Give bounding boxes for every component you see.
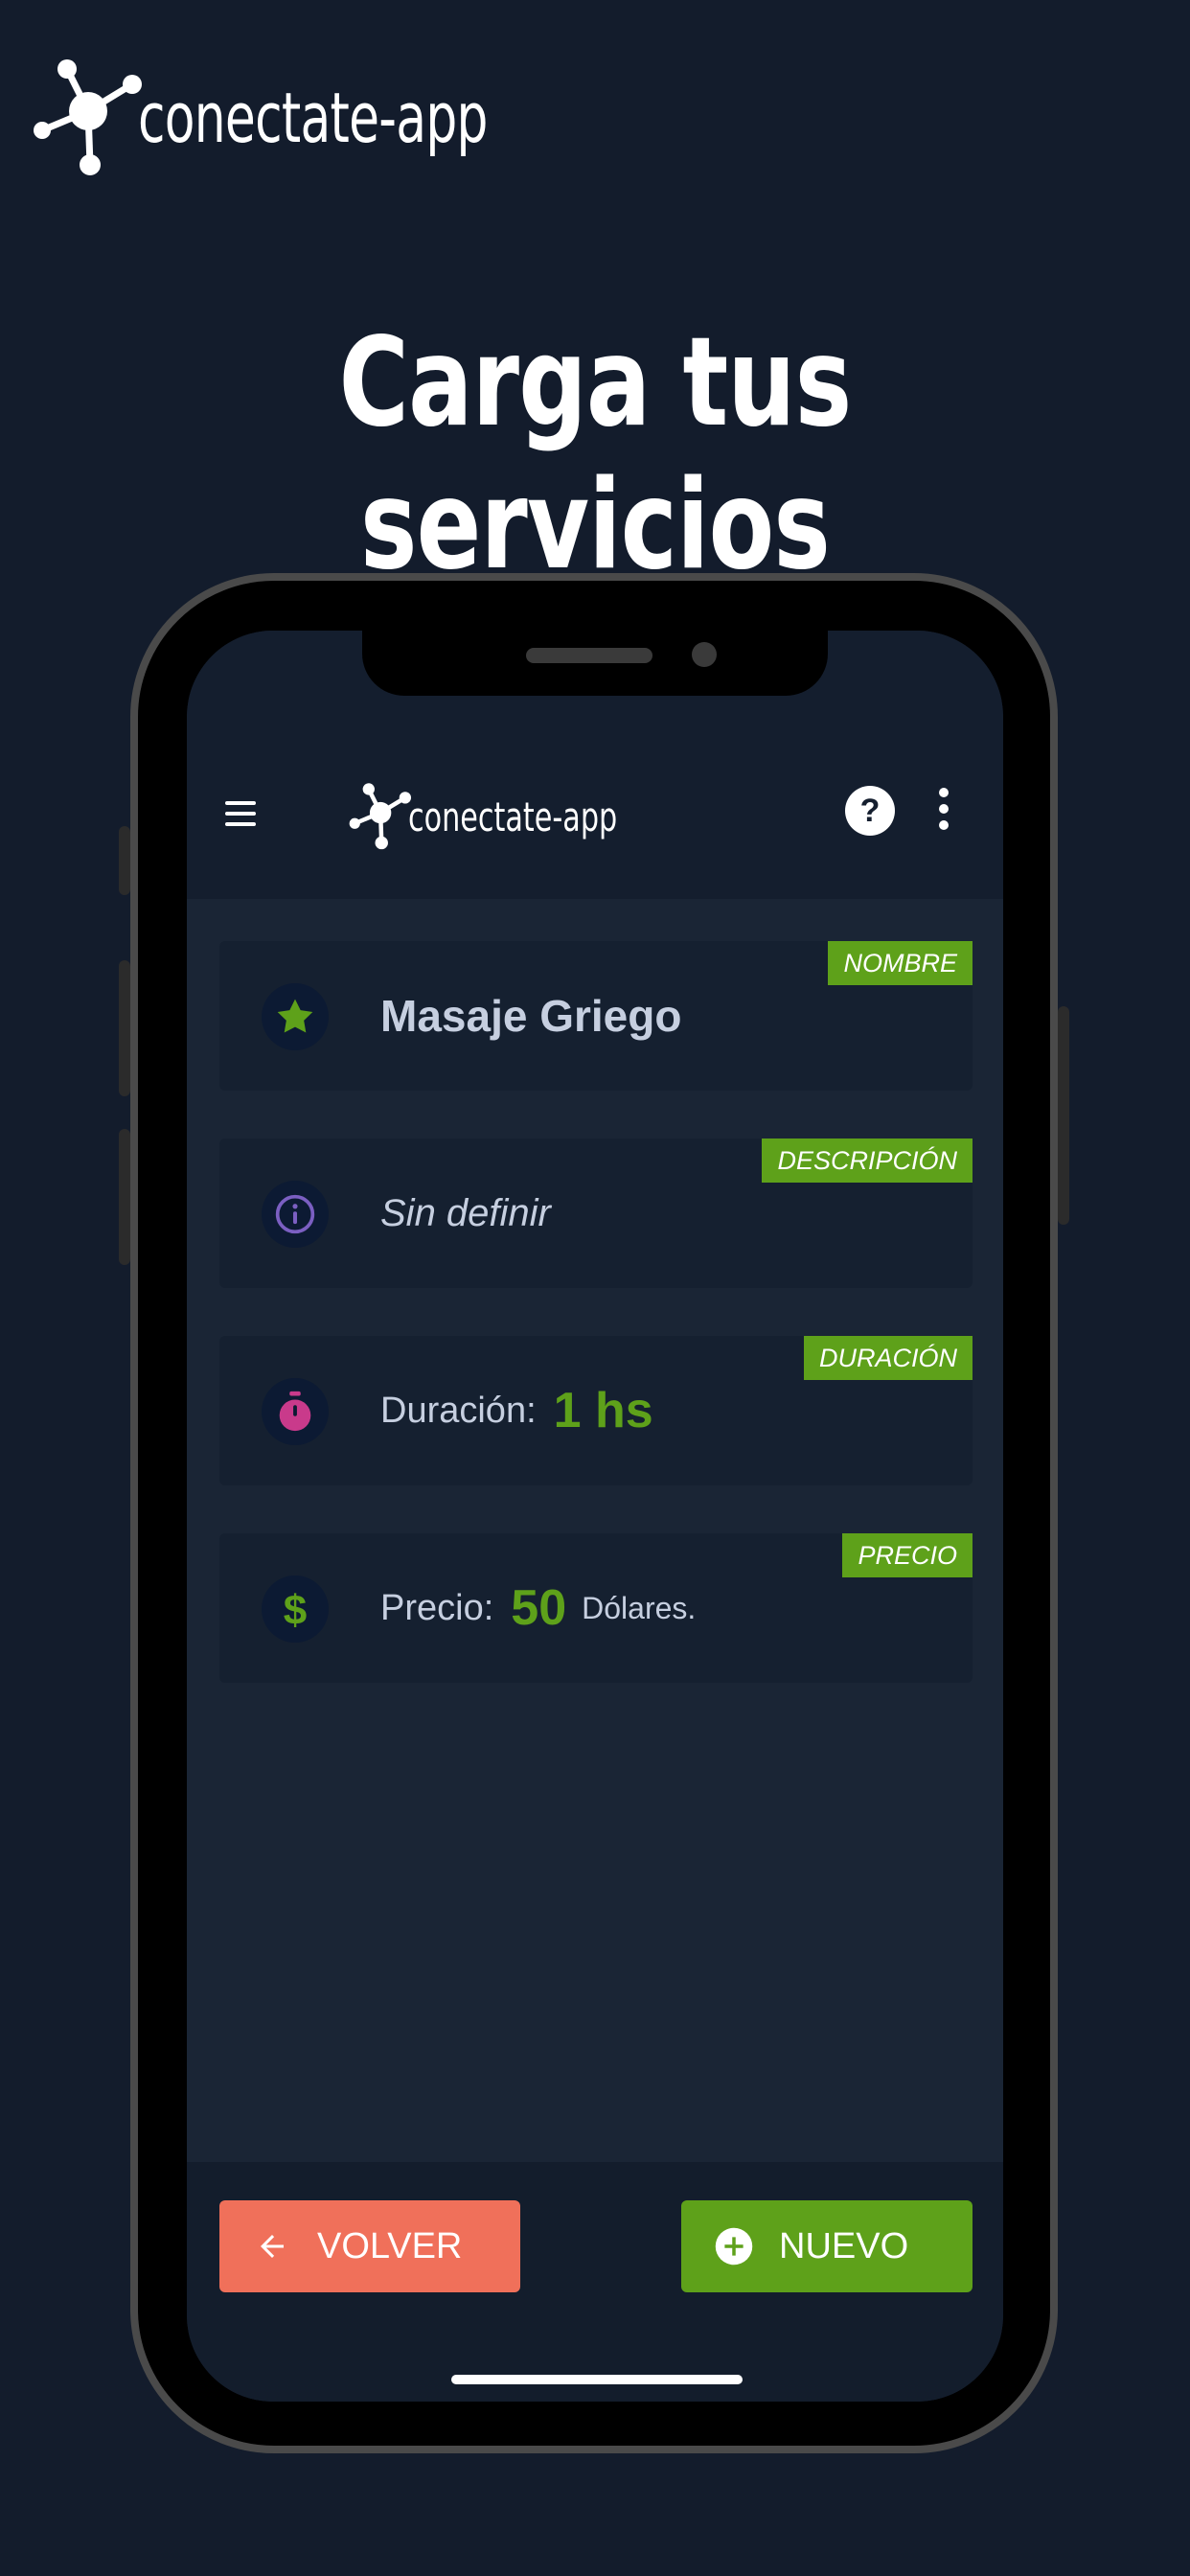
home-indicator[interactable] (451, 2375, 743, 2384)
service-duration-card[interactable]: DURACIÓN Duración: 1 hs (219, 1336, 973, 1485)
card-tag-duracion: DURACIÓN (803, 1336, 973, 1380)
network-logo-icon (349, 783, 412, 850)
back-button[interactable]: VOLVER (219, 2200, 520, 2292)
help-icon[interactable]: ? (845, 786, 895, 836)
promo-page: conectate-app Carga tus servicios conect… (0, 0, 1190, 2576)
phone-notch (362, 631, 828, 696)
info-icon (262, 1181, 329, 1248)
page-headline: Carga tus servicios (338, 311, 852, 597)
app-logo-text: conectate-app (408, 793, 618, 840)
dollar-icon: $ (262, 1576, 329, 1643)
speaker-grille (526, 648, 652, 663)
phone-silent-switch (119, 826, 130, 895)
service-description-card[interactable]: DESCRIPCIÓN Sin definir (219, 1138, 973, 1288)
card-tag-descripcion: DESCRIPCIÓN (762, 1138, 973, 1183)
phone-volume-down (119, 1129, 130, 1265)
back-button-label: VOLVER (317, 2225, 463, 2266)
duration-value: 1 hs (553, 1383, 653, 1438)
more-options-icon[interactable] (937, 788, 950, 836)
phone-power-button (1058, 1006, 1069, 1225)
new-button-label: NUEVO (779, 2225, 909, 2266)
service-name-card[interactable]: NOMBRE Masaje Griego (219, 941, 973, 1091)
card-tag-precio: PRECIO (842, 1533, 973, 1577)
price-label: Precio: (380, 1587, 494, 1628)
service-price-card[interactable]: PRECIO $ Precio: 50 Dólares. (219, 1533, 973, 1683)
bottom-action-bar: VOLVER NUEVO (187, 2162, 1003, 2402)
brand-logo: conectate-app (29, 46, 624, 190)
star-icon (262, 983, 329, 1050)
service-description: Sin definir (380, 1191, 551, 1234)
brand-name: conectate-app (138, 78, 488, 158)
arrow-left-icon (252, 2226, 292, 2266)
stopwatch-icon (262, 1378, 329, 1445)
app-logo: conectate-app (345, 776, 698, 857)
price-currency: Dólares. (582, 1590, 697, 1625)
svg-text:$: $ (284, 1587, 307, 1632)
network-logo-icon (34, 59, 142, 175)
phone-screen: conectate-app ? NOMBRE Masaje Griego DES… (187, 631, 1003, 2402)
new-button[interactable]: NUEVO (681, 2200, 973, 2292)
price-value: 50 (511, 1580, 567, 1636)
phone-volume-up (119, 960, 130, 1096)
card-tag-nombre: NOMBRE (828, 941, 973, 985)
front-camera (692, 642, 717, 667)
plus-circle-icon (714, 2226, 754, 2266)
hamburger-menu-icon[interactable] (225, 801, 256, 828)
duration-label: Duración: (380, 1390, 537, 1431)
service-name: Masaje Griego (380, 991, 682, 1041)
